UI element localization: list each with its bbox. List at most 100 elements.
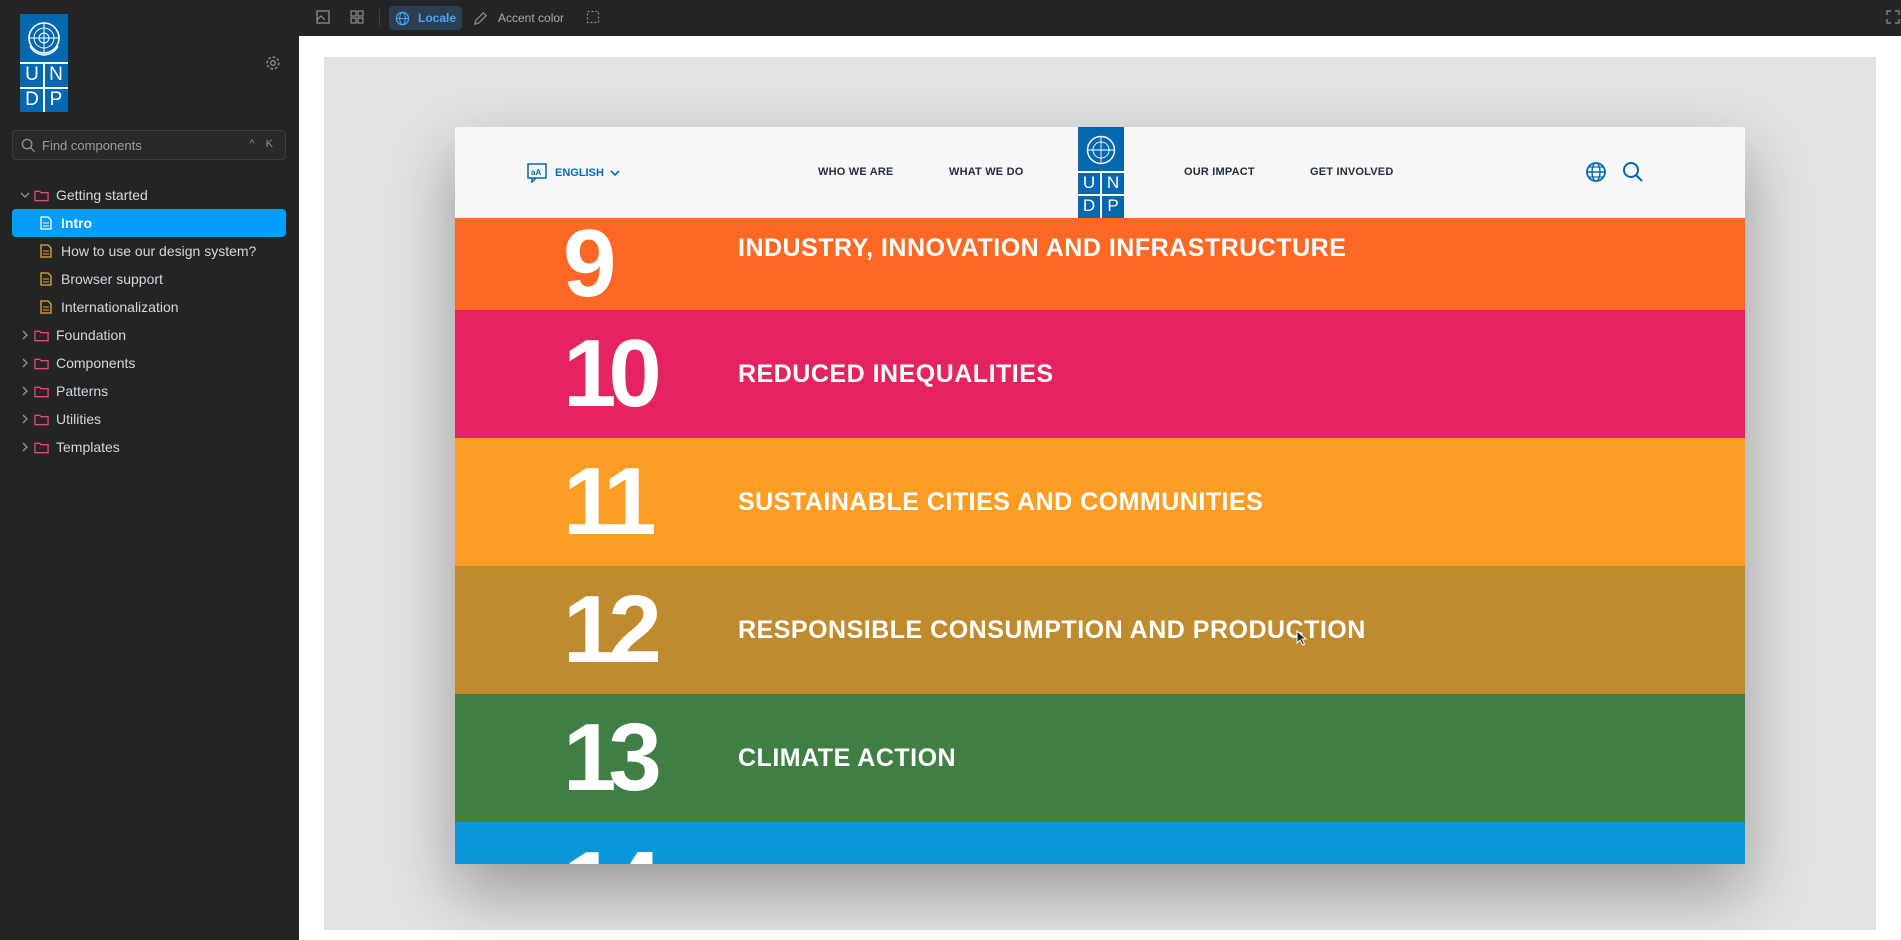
tree-item-label: Internationalization <box>61 299 179 315</box>
tree-item-how-to-use[interactable]: How to use our design system? <box>12 237 286 265</box>
tree-item-label: Getting started <box>56 187 148 203</box>
tree-item-internationalization[interactable]: Internationalization <box>12 293 286 321</box>
tree-item-label: Components <box>56 355 136 371</box>
tree-item-label: Intro <box>61 215 93 231</box>
tree-folder-foundation[interactable]: Foundation <box>12 321 286 349</box>
folder-icon <box>34 414 49 425</box>
logo-letter: N <box>1106 173 1120 192</box>
goal-row-12[interactable]: 12 RESPONSIBLE CONSUMPTION AND PRODUCTIO… <box>455 566 1745 694</box>
logo-letter: D <box>1082 196 1096 215</box>
goal-row-13[interactable]: 13 CLIMATE ACTION <box>455 694 1745 822</box>
goal-row-9[interactable]: 9 INDUSTRY, INNOVATION AND INFRASTRUCTUR… <box>455 218 1745 310</box>
tree-folder-patterns[interactable]: Patterns <box>12 377 286 405</box>
goal-row-10[interactable]: 10 REDUCED INEQUALITIES <box>455 310 1745 438</box>
tree-item-label: Templates <box>56 439 120 455</box>
language-switcher[interactable]: aA ENGLISH <box>527 163 620 183</box>
nav-our-impact[interactable]: OUR IMPACT <box>1184 166 1255 178</box>
document-icon <box>40 244 52 258</box>
chevron-down-icon <box>610 170 620 177</box>
globe-icon <box>395 11 410 25</box>
search-box[interactable]: ^ K <box>12 130 286 160</box>
chevron-down-icon <box>20 192 30 198</box>
folder-icon <box>34 386 49 397</box>
document-icon <box>40 216 52 230</box>
fullscreen-icon[interactable] <box>1886 10 1900 24</box>
language-label: ENGLISH <box>555 167 604 179</box>
tree-item-label: Foundation <box>56 327 127 343</box>
goal-title: REDUCED INEQUALITIES <box>738 360 1054 388</box>
goal-row-14[interactable]: 14 <box>455 822 1745 864</box>
goal-number: 9 <box>563 218 616 310</box>
folder-icon <box>34 358 49 369</box>
translate-icon: aA <box>527 163 547 183</box>
preview-canvas: aA ENGLISH WHO WE ARE WHAT WE DO U N D P… <box>299 36 1901 940</box>
measure-icon[interactable] <box>586 10 600 24</box>
toolbar-divider <box>379 9 380 27</box>
search-icon <box>21 138 36 153</box>
chevron-right-icon <box>22 386 28 396</box>
un-emblem-icon <box>1086 135 1116 165</box>
document-icon <box>40 300 52 314</box>
component-tree: Getting started Intro How to use our des… <box>12 181 286 461</box>
goal-number: 13 <box>563 704 662 811</box>
goal-number: 10 <box>563 320 662 427</box>
document-icon <box>40 272 52 286</box>
goal-title: INDUSTRY, INNOVATION AND INFRASTRUCTURE <box>738 234 1347 262</box>
goal-title: CLIMATE ACTION <box>738 744 957 772</box>
sdg-goals-list: 9 INDUSTRY, INNOVATION AND INFRASTRUCTUR… <box>455 218 1745 864</box>
site-header: aA ENGLISH WHO WE ARE WHAT WE DO U N D P… <box>455 127 1745 218</box>
goal-number: 14 <box>563 836 662 865</box>
chevron-right-icon <box>22 414 28 424</box>
goal-number: 11 <box>563 448 657 555</box>
nav-get-involved[interactable]: GET INVOLVED <box>1310 166 1393 178</box>
logo-letter: P <box>1107 196 1119 215</box>
search-input[interactable] <box>42 135 252 155</box>
nav-who-we-are[interactable]: WHO WE ARE <box>818 166 894 178</box>
chevron-right-icon <box>22 442 28 452</box>
tree-folder-templates[interactable]: Templates <box>12 433 286 461</box>
logo-letter: D <box>25 89 39 110</box>
un-emblem-icon <box>28 22 60 56</box>
accent-color-label: Accent color <box>498 11 565 25</box>
tree-folder-components[interactable]: Components <box>12 349 286 377</box>
locale-button[interactable]: Locale <box>389 6 463 30</box>
pencil-icon <box>474 11 487 25</box>
globe-icon[interactable] <box>1585 161 1607 183</box>
chevron-right-icon <box>22 358 28 368</box>
tree-folder-utilities[interactable]: Utilities <box>12 405 286 433</box>
nav-what-we-do[interactable]: WHAT WE DO <box>949 166 1024 178</box>
image-icon[interactable] <box>316 10 330 24</box>
website-preview: aA ENGLISH WHO WE ARE WHAT WE DO U N D P… <box>455 127 1745 864</box>
logo-letter: U <box>1082 173 1096 192</box>
undp-logo[interactable]: U N D P <box>20 14 68 112</box>
preview-stage: aA ENGLISH WHO WE ARE WHAT WE DO U N D P… <box>324 57 1876 930</box>
folder-icon <box>34 330 49 341</box>
chevron-right-icon <box>22 330 28 340</box>
accent-color-button[interactable]: Accent color <box>473 6 564 30</box>
tree-folder-getting-started[interactable]: Getting started <box>12 181 286 209</box>
search-shortcut: ^ K <box>249 138 277 150</box>
tree-item-browser-support[interactable]: Browser support <box>12 265 286 293</box>
goal-row-11[interactable]: 11 SUSTAINABLE CITIES AND COMMUNITIES <box>455 438 1745 566</box>
mouse-cursor-icon <box>1296 630 1308 646</box>
grid-icon[interactable] <box>350 10 364 24</box>
tree-item-label: Utilities <box>56 411 102 427</box>
tree-item-label: Browser support <box>61 271 163 287</box>
goal-title: RESPONSIBLE CONSUMPTION AND PRODUCTION <box>738 616 1366 644</box>
folder-icon <box>34 190 49 201</box>
goal-number: 12 <box>563 576 662 683</box>
locale-label: Locale <box>418 11 457 25</box>
svg-text:aA: aA <box>531 168 541 177</box>
logo-letter: P <box>49 89 63 110</box>
gear-icon[interactable] <box>264 54 282 72</box>
tree-item-intro[interactable]: Intro <box>12 209 286 237</box>
logo-letter: U <box>25 64 39 85</box>
site-logo[interactable]: U N D P <box>1078 127 1124 218</box>
goal-title: SUSTAINABLE CITIES AND COMMUNITIES <box>738 488 1264 516</box>
toolbar: Locale Accent color <box>299 0 1901 37</box>
tree-item-label: How to use our design system? <box>61 243 257 259</box>
logo-letter: N <box>49 64 63 85</box>
search-icon[interactable] <box>1622 161 1644 183</box>
tree-item-label: Patterns <box>56 383 109 399</box>
folder-icon <box>34 442 49 453</box>
